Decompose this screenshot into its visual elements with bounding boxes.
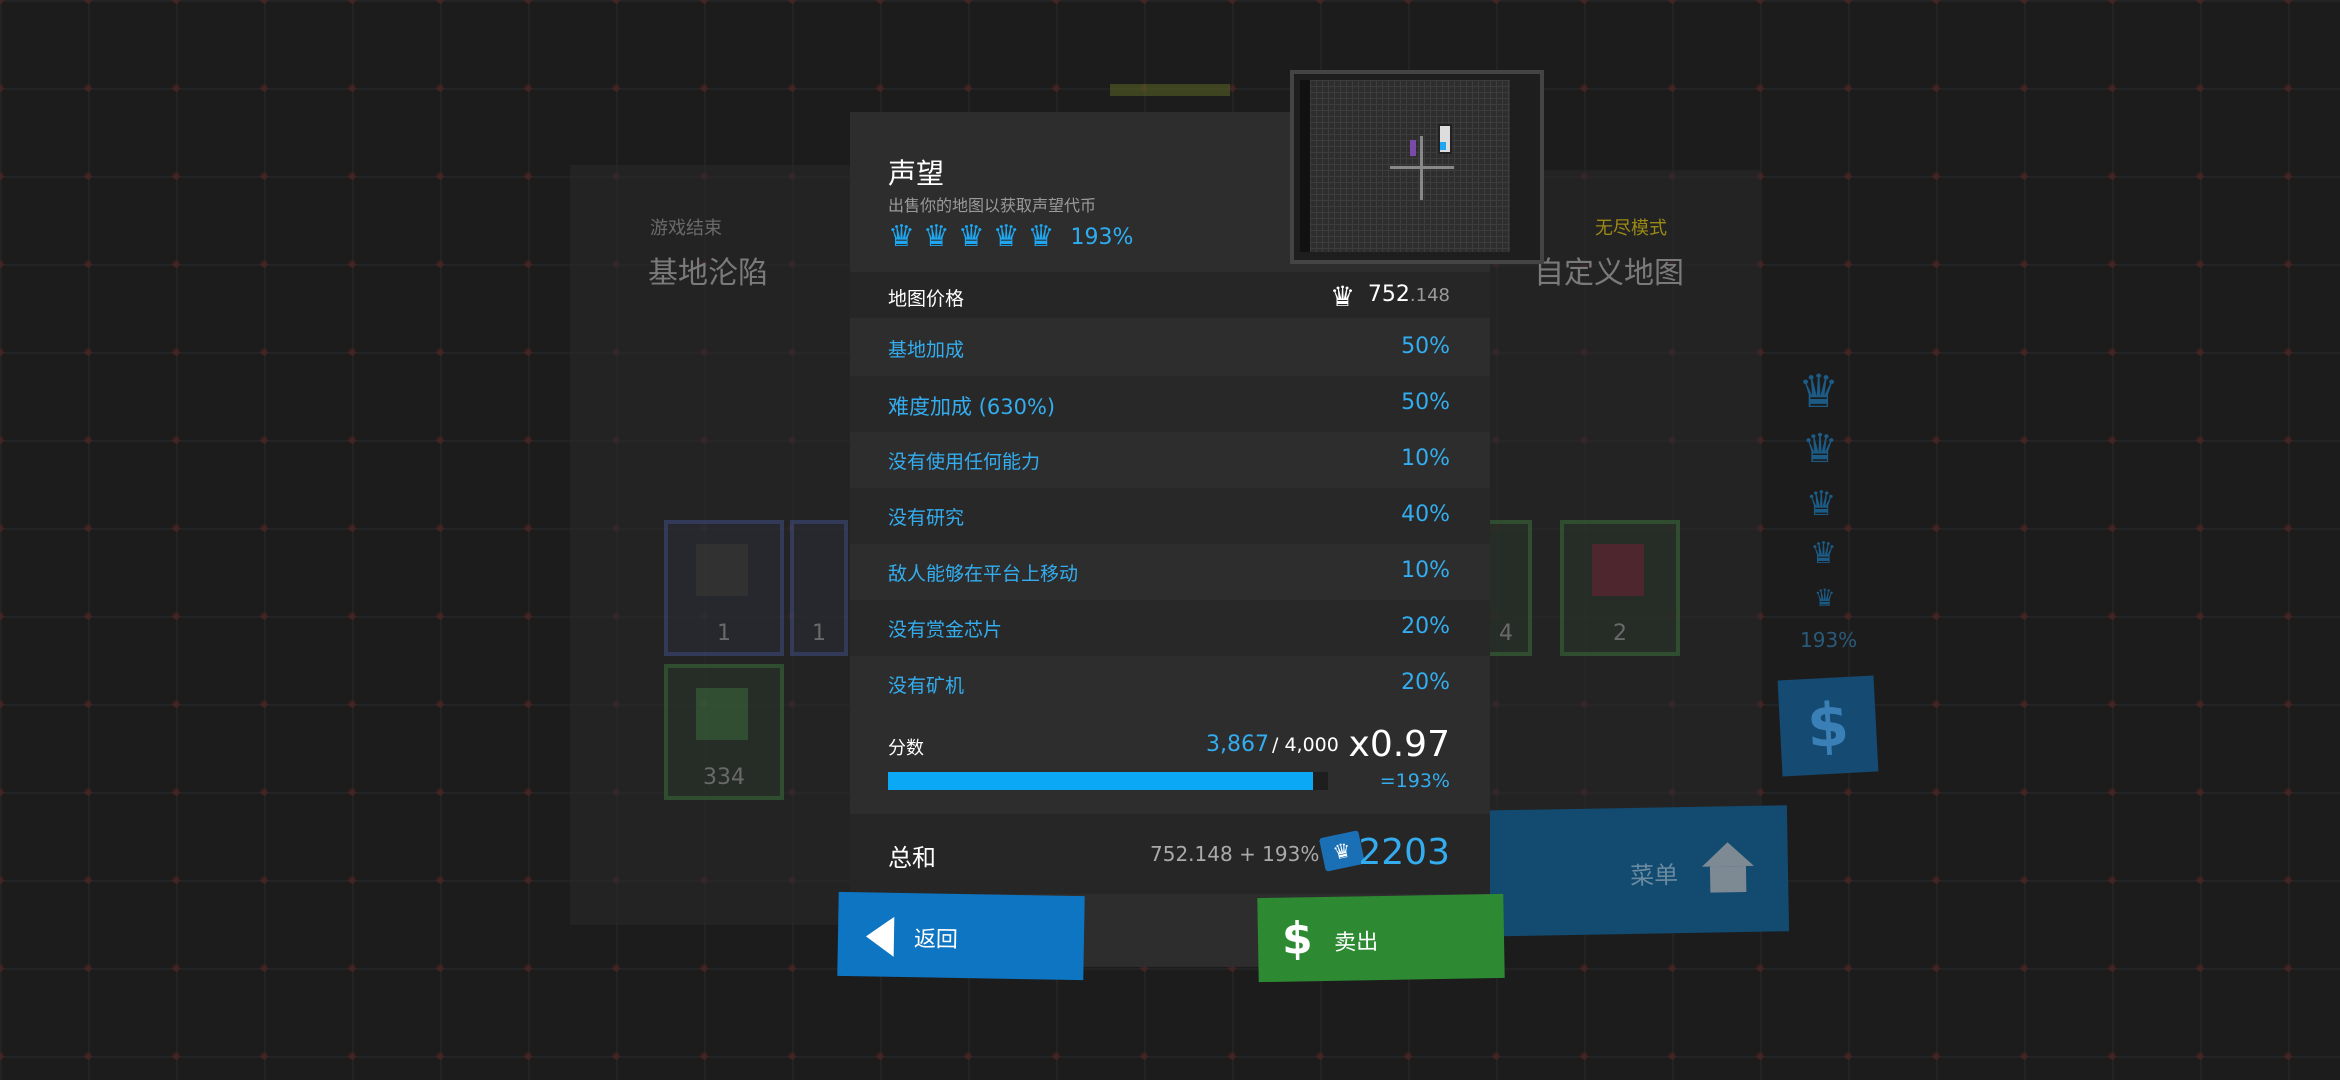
- crown-icon: ♛: [1806, 484, 1837, 524]
- price-integer: 752: [1367, 282, 1410, 307]
- card-count: 334: [703, 765, 745, 790]
- map-thumbnail: [1290, 70, 1544, 264]
- card-icon: [1592, 544, 1644, 596]
- map-core-marker: [1440, 142, 1446, 150]
- bonus-row: 没有使用任何能力 10%: [850, 432, 1490, 488]
- bonus-label: 没有矿机: [888, 675, 965, 697]
- crown-icon: ♛: [922, 219, 950, 254]
- top-strip: [1110, 84, 1230, 96]
- bonus-row: 没有矿机 20%: [850, 656, 1490, 712]
- game-over-label: 游戏结束: [650, 218, 722, 239]
- total-row: 总和 752.148 + 193% = ♛ 2203: [850, 814, 1490, 894]
- bonus-label: 基地加成: [888, 339, 965, 361]
- crown-rating: ♛ ♛ ♛ ♛ ♛ 193%: [888, 222, 1133, 252]
- map-path: [1420, 136, 1423, 200]
- multiplier-percentage: =193%: [1379, 770, 1450, 792]
- base-fallen-title: 基地沦陷: [648, 256, 768, 291]
- bonus-row: 没有赏金芯片 20%: [850, 600, 1490, 656]
- bonus-value: 10%: [1401, 558, 1450, 583]
- bonus-value: 20%: [1401, 670, 1450, 695]
- dollar-icon: $: [1805, 689, 1851, 763]
- bonus-value: 50%: [1401, 334, 1450, 359]
- bonus-value: 50%: [1401, 390, 1450, 415]
- crown-icon: ♛: [1027, 219, 1055, 254]
- back-button[interactable]: 返回: [837, 891, 1085, 981]
- sell-label: 卖出: [1333, 930, 1379, 956]
- dialog-title: 声望: [888, 157, 945, 190]
- total-value: 2203: [1358, 832, 1450, 873]
- score-progress-bar: [888, 772, 1328, 790]
- price-decimal: .148: [1409, 285, 1450, 306]
- dollar-icon: $: [1281, 913, 1314, 965]
- bonus-row: 基地加成 50%: [850, 320, 1490, 376]
- crown-icon: ♛: [957, 219, 985, 254]
- bonus-value: 20%: [1401, 614, 1450, 639]
- card-count: 1: [717, 621, 731, 646]
- crown-icon: ♛: [1814, 584, 1836, 612]
- bonus-label: 没有赏金芯片: [888, 619, 1003, 641]
- level-card[interactable]: 334: [664, 664, 784, 800]
- level-card[interactable]: 2: [1560, 520, 1680, 656]
- crown-percentage: 193%: [1800, 628, 1858, 652]
- sell-shortcut-button[interactable]: $: [1777, 675, 1879, 777]
- crown-percentage: 193%: [1070, 224, 1134, 250]
- endless-mode-label: 无尽模式: [1595, 218, 1667, 239]
- score-section: 分数 3,867 / 4,000 x0.97 =193%: [850, 712, 1490, 812]
- crown-icon: ♛: [1330, 280, 1356, 313]
- level-card[interactable]: 1: [790, 520, 848, 656]
- total-label: 总和: [888, 844, 936, 872]
- score-label: 分数: [888, 738, 924, 759]
- home-icon-body: [1709, 865, 1747, 893]
- map-price-row: 地图价格 ♛ 752.148: [850, 272, 1490, 318]
- map-preview: [1310, 80, 1510, 252]
- menu-label: 菜单: [1629, 861, 1679, 890]
- score-multiplier: x0.97: [1348, 724, 1450, 765]
- bonus-label: 敌人能够在平台上移动: [888, 563, 1079, 585]
- crown-icon: ♛: [1810, 536, 1837, 571]
- sell-button[interactable]: $ 卖出: [1257, 893, 1505, 983]
- card-count: 4: [1499, 621, 1513, 646]
- bonus-row: 没有研究 40%: [850, 488, 1490, 544]
- bonus-row: 难度加成 (630%) 50%: [850, 376, 1490, 432]
- map-price-label: 地图价格: [888, 288, 965, 310]
- card-icon: [696, 688, 748, 740]
- bonus-label: 没有使用任何能力: [888, 451, 1041, 473]
- card-count: 2: [1613, 621, 1627, 646]
- crown-icon: ♛: [1798, 364, 1840, 418]
- crown-icon: ♛: [992, 219, 1020, 254]
- back-arrow-icon: [865, 916, 895, 957]
- bonus-value: 40%: [1401, 502, 1450, 527]
- level-card[interactable]: 1: [664, 520, 784, 656]
- bonus-label: 难度加成 (630%): [888, 395, 1056, 419]
- card-count: 1: [812, 621, 826, 646]
- menu-button[interactable]: 菜单: [1468, 805, 1790, 937]
- bonus-label: 没有研究: [888, 507, 965, 529]
- bonus-value: 10%: [1401, 446, 1450, 471]
- bonus-row: 敌人能够在平台上移动 10%: [850, 544, 1490, 600]
- map-spawn: [1410, 140, 1416, 156]
- crown-icon: ♛: [888, 219, 915, 254]
- back-label: 返回: [913, 927, 959, 953]
- score-progress-fill: [888, 772, 1314, 790]
- home-icon: [1701, 841, 1754, 867]
- crown-icon: ♛: [1802, 426, 1838, 472]
- map-edge: [1300, 80, 1310, 252]
- custom-map-title: 自定义地图: [1534, 256, 1684, 291]
- dialog-subtitle: 出售你的地图以获取声望代币: [888, 196, 1097, 215]
- score-max: / 4,000: [1272, 734, 1339, 756]
- score-current: 3,867: [1206, 732, 1269, 757]
- card-icon: [696, 544, 748, 596]
- total-formula: 752.148 + 193% =: [1150, 842, 1343, 866]
- map-price-value: 752.148: [1368, 282, 1450, 307]
